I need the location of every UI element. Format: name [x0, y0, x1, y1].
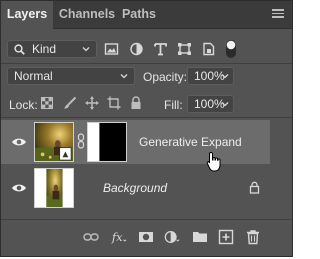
- opacity-label: Opacity:: [143, 70, 188, 84]
- svg-text:fx: fx: [111, 230, 123, 244]
- kind-filter-dropdown[interactable]: Kind: [7, 40, 97, 58]
- eye-icon[interactable]: [11, 183, 27, 193]
- layers-panel: Layers Channels Paths Kind Normal Opacit…: [0, 0, 293, 257]
- layer-row-generative-expand[interactable]: Generative Expand: [1, 120, 270, 164]
- link-layers-icon[interactable]: [83, 229, 99, 245]
- search-icon: [14, 44, 25, 55]
- new-group-folder-icon[interactable]: [192, 229, 208, 245]
- adjustment-layer-filter-icon[interactable]: [129, 42, 144, 56]
- layer-name[interactable]: Generative Expand: [139, 135, 242, 149]
- lock-artboard-icon[interactable]: [107, 96, 121, 110]
- type-layer-filter-icon[interactable]: [153, 42, 168, 56]
- layer-mask-thumbnail[interactable]: [87, 122, 127, 162]
- eye-icon[interactable]: [11, 137, 27, 147]
- new-layer-icon[interactable]: [218, 229, 234, 245]
- divider: [1, 219, 292, 220]
- kind-filter-label: Kind: [32, 42, 57, 56]
- layer-style-fx-icon[interactable]: fx: [111, 229, 127, 245]
- lock-all-icon[interactable]: [130, 96, 142, 110]
- divider: [1, 117, 292, 118]
- blend-mode-dropdown[interactable]: Normal: [7, 67, 135, 85]
- tab-paths[interactable]: Paths: [117, 1, 161, 28]
- lock-transparent-pixels-icon[interactable]: [41, 97, 53, 109]
- lock-position-icon[interactable]: [85, 96, 99, 110]
- fill-field[interactable]: 100%: [187, 95, 234, 113]
- lock-image-pixels-icon[interactable]: [63, 96, 77, 110]
- chevron-down-icon: [82, 47, 90, 52]
- chevron-down-icon: [120, 74, 128, 79]
- trash-icon[interactable]: [245, 229, 261, 245]
- chevron-down-icon[interactable]: [221, 72, 229, 80]
- layer-thumbnail[interactable]: [34, 122, 74, 162]
- layer-thumbnail[interactable]: [34, 168, 74, 208]
- tab-layers[interactable]: Layers: [1, 1, 53, 29]
- divider: [1, 63, 292, 64]
- layer-row-background[interactable]: Background: [1, 166, 270, 210]
- fill-label: Fill:: [164, 98, 183, 112]
- pixel-layer-filter-icon[interactable]: [104, 42, 119, 56]
- chain-link-icon[interactable]: [77, 133, 85, 149]
- layer-name[interactable]: Background: [103, 181, 167, 195]
- lock-icon[interactable]: [249, 181, 260, 194]
- lock-label: Lock:: [9, 98, 38, 112]
- shape-layer-filter-icon[interactable]: [177, 42, 192, 56]
- panel-menu-icon[interactable]: [272, 9, 284, 19]
- new-adjustment-layer-icon[interactable]: [164, 229, 180, 245]
- chevron-down-icon[interactable]: [221, 100, 229, 108]
- tab-bar: Layers Channels Paths: [1, 1, 292, 29]
- add-mask-icon[interactable]: [138, 229, 154, 245]
- blend-mode-value: Normal: [14, 69, 53, 83]
- hand-cursor-icon: [206, 151, 221, 172]
- tab-channels[interactable]: Channels: [57, 1, 117, 28]
- opacity-field[interactable]: 100%: [187, 67, 234, 85]
- filter-toggle-icon[interactable]: [225, 39, 237, 59]
- smart-object-filter-icon[interactable]: [201, 42, 216, 56]
